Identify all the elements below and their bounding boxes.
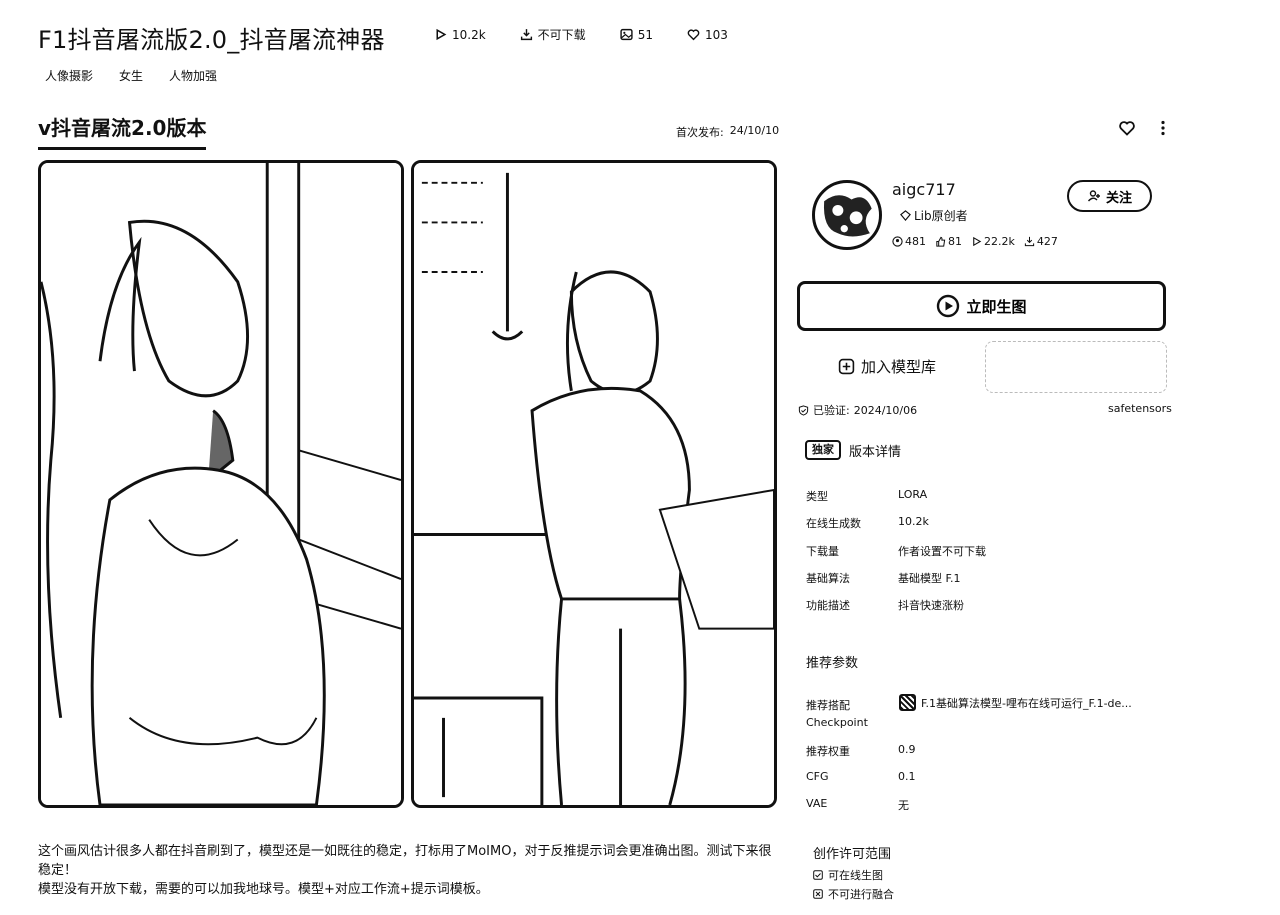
version-detail-header: 独家 版本详情 xyxy=(805,440,901,460)
tag-list: 人像摄影 女生 人物加强 xyxy=(45,67,217,84)
play-circle-icon xyxy=(937,294,960,318)
avatar[interactable] xyxy=(812,180,882,250)
verification-label: 已验证: xyxy=(813,404,850,417)
checkpoint-link[interactable]: F.1基础算法模型-哩布在线可运行_F.1-de... xyxy=(899,694,1132,711)
param-value: 无 xyxy=(898,799,909,812)
download-icon xyxy=(1024,236,1035,247)
thumb-up-icon xyxy=(936,236,946,247)
heart-icon xyxy=(687,29,700,41)
generate-label: 立即生图 xyxy=(966,297,1027,316)
runs-stat: 10.2k xyxy=(434,28,486,42)
sample-image-1[interactable] xyxy=(38,160,404,808)
license-item: 可在线生图 xyxy=(813,867,883,883)
detail-value: 基础模型 F.1 xyxy=(898,572,961,585)
author-stats: 481 81 22.2k 427 xyxy=(892,235,1058,248)
author-runs: 22.2k xyxy=(971,235,1015,248)
first-release: 首次发布: 24/10/10 xyxy=(676,124,779,140)
secondary-button[interactable] xyxy=(985,341,1167,393)
file-format: safetensors xyxy=(1108,402,1172,415)
description-line: 这个画风估计很多人都在抖音刷到了，模型还是一如既往的稳定，打标用了MoIMO，对… xyxy=(38,844,772,878)
recommended-header: 推荐参数 xyxy=(806,656,859,671)
detail-key: 在线生成数 xyxy=(806,517,861,530)
sample-image-2[interactable] xyxy=(411,160,777,808)
author-downloads: 427 xyxy=(1024,235,1058,248)
check-box-icon xyxy=(813,870,823,880)
author-role: Lib原创者 xyxy=(900,207,968,224)
play-icon xyxy=(973,236,982,247)
model-stats: 10.2k 不可下载 51 103 xyxy=(434,26,728,43)
license-item: 不可进行融合 xyxy=(813,886,894,902)
favorite-icon[interactable] xyxy=(1118,119,1136,137)
model-description: 这个画风估计很多人都在抖音刷到了，模型还是一如既往的稳定，打标用了MoIMO，对… xyxy=(38,842,784,899)
first-release-date: 24/10/10 xyxy=(729,124,780,137)
download-icon xyxy=(520,29,532,41)
likes-count: 103 xyxy=(704,27,728,42)
sample-image-2-art xyxy=(414,163,774,805)
description-line: 模型没有开放下载，需要的可以加我地球号。模型+对应工作流+提示词模板。 xyxy=(38,882,489,897)
first-release-label: 首次发布: xyxy=(676,126,724,139)
param-key: 推荐权重 xyxy=(806,745,850,758)
sample-image-1-art xyxy=(41,163,401,805)
tag[interactable]: 女生 xyxy=(119,67,143,84)
download-stat: 不可下载 xyxy=(520,26,586,43)
param-key: CFG xyxy=(806,770,829,783)
param-value: 0.9 xyxy=(898,743,916,756)
checkpoint-name: F.1基础算法模型-哩布在线可运行_F.1-de... xyxy=(921,696,1132,710)
detail-value: 10.2k xyxy=(898,515,929,528)
verification-date: 2024/10/06 xyxy=(853,403,918,417)
user-icon xyxy=(892,236,903,247)
version-tab[interactable]: v抖音屠流2.0版本 xyxy=(38,112,207,150)
shield-check-icon xyxy=(798,404,809,416)
tag[interactable]: 人像摄影 xyxy=(45,67,93,84)
add-user-icon xyxy=(1087,190,1100,202)
play-icon xyxy=(436,28,447,41)
model-title: F1抖音屠流版2.0_抖音屠流神器 xyxy=(38,26,385,54)
detail-value: 抖音快速涨粉 xyxy=(898,599,964,612)
images-count: 51 xyxy=(637,27,653,42)
checkpoint-label: 推荐搭配 Checkpoint xyxy=(806,699,868,729)
param-value: 0.1 xyxy=(898,770,916,783)
follow-button[interactable]: 关注 xyxy=(1067,180,1152,212)
image-icon xyxy=(620,28,633,41)
plus-square-icon xyxy=(838,358,855,375)
detail-key: 下载量 xyxy=(806,545,839,558)
download-status: 不可下载 xyxy=(537,28,586,42)
author-likes: 81 xyxy=(935,235,962,248)
cross-box-icon xyxy=(813,889,823,899)
follow-label: 关注 xyxy=(1105,190,1132,206)
runs-count: 10.2k xyxy=(452,27,486,42)
images-stat: 51 xyxy=(620,28,653,42)
avatar-art xyxy=(817,185,877,245)
detail-key: 类型 xyxy=(806,490,828,503)
more-icon[interactable] xyxy=(1154,119,1172,137)
author-role-label: Lib原创者 xyxy=(914,209,968,223)
detail-key: 基础算法 xyxy=(806,572,850,585)
version-detail-title: 版本详情 xyxy=(849,444,902,460)
top-actions xyxy=(1118,119,1172,137)
author-name[interactable]: aigc717 xyxy=(892,180,956,199)
add-to-library-label: 加入模型库 xyxy=(861,358,937,376)
diamond-icon xyxy=(900,210,911,221)
author-followers: 481 xyxy=(892,235,926,248)
detail-value: LORA xyxy=(898,488,928,501)
tag[interactable]: 人物加强 xyxy=(169,67,217,84)
license-header: 创作许可范围 xyxy=(813,847,892,862)
checkpoint-thumbnail xyxy=(899,694,916,711)
detail-value: 作者设置不可下载 xyxy=(898,545,986,558)
add-to-library-button[interactable]: 加入模型库 xyxy=(838,356,936,377)
verification-info: 已验证: 2024/10/06 xyxy=(798,402,917,418)
param-key: VAE xyxy=(806,797,828,810)
generate-button[interactable]: 立即生图 xyxy=(797,281,1166,331)
exclusive-badge: 独家 xyxy=(805,440,841,460)
likes-stat[interactable]: 103 xyxy=(687,28,728,42)
detail-key: 功能描述 xyxy=(806,599,850,612)
